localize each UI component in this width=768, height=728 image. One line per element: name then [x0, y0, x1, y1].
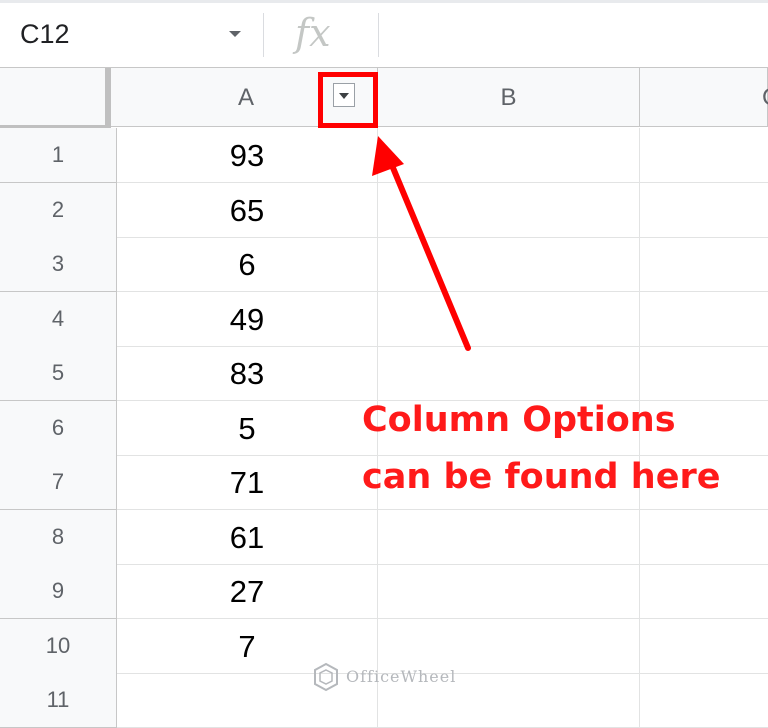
row-header[interactable]: 4: [0, 291, 117, 347]
cell-b[interactable]: [378, 564, 640, 619]
function-icon: fx: [295, 11, 331, 55]
divider: [263, 13, 264, 57]
cell-a[interactable]: 93: [117, 128, 378, 183]
filter-dropdown-icon[interactable]: [333, 83, 355, 107]
cell-c[interactable]: [640, 292, 768, 347]
name-box[interactable]: C12: [0, 3, 262, 67]
cell-b[interactable]: [378, 509, 640, 565]
row-header[interactable]: 5: [0, 346, 117, 401]
formula-bar: C12 fx: [0, 3, 768, 68]
row-header[interactable]: 7: [0, 455, 117, 510]
cell-a[interactable]: 27: [117, 564, 378, 619]
cell-b[interactable]: [378, 618, 640, 674]
cell-b[interactable]: [378, 291, 640, 347]
watermark-text: OfficeWheel: [346, 667, 457, 686]
cell-b[interactable]: [378, 237, 640, 292]
divider: [378, 13, 379, 57]
column-header-b[interactable]: B: [378, 68, 640, 127]
column-header-c[interactable]: C: [640, 68, 768, 127]
row-header[interactable]: 11: [0, 673, 117, 728]
column-label-a: A: [237, 84, 254, 111]
cell-a[interactable]: 6: [117, 237, 378, 292]
cell-a[interactable]: 83: [117, 346, 378, 401]
cell-b[interactable]: [378, 182, 640, 238]
cell-a[interactable]: 71: [117, 455, 378, 510]
chevron-down-icon[interactable]: [229, 31, 241, 37]
select-all-corner[interactable]: [0, 68, 111, 131]
cell-c[interactable]: [640, 128, 768, 183]
cell-a[interactable]: 61: [117, 509, 378, 565]
cell-a[interactable]: 65: [117, 182, 378, 238]
cell-c[interactable]: [640, 183, 768, 238]
cell-b[interactable]: [378, 128, 640, 183]
row-header[interactable]: 2: [0, 182, 117, 238]
cell-c[interactable]: [640, 673, 768, 728]
row-header[interactable]: 10: [0, 618, 117, 674]
cell-c[interactable]: [640, 564, 768, 619]
annotation-callout: Column Options can be found here: [362, 392, 762, 506]
row-header[interactable]: 8: [0, 509, 117, 565]
formula-input[interactable]: [380, 3, 768, 67]
row-header[interactable]: 9: [0, 564, 117, 619]
cell-a[interactable]: 5: [117, 400, 378, 456]
officewheel-logo-icon: [314, 662, 338, 692]
row-header[interactable]: 3: [0, 237, 117, 292]
annotation-line-1: Column Options: [362, 400, 676, 440]
column-header-a[interactable]: A: [111, 68, 378, 127]
name-box-value: C12: [20, 19, 70, 49]
cell-c[interactable]: [640, 619, 768, 674]
cell-c[interactable]: [640, 510, 768, 565]
cell-c[interactable]: [640, 237, 768, 292]
row-header[interactable]: 1: [0, 128, 117, 183]
annotation-line-2: can be found here: [362, 457, 721, 497]
cell-a[interactable]: 49: [117, 291, 378, 347]
row-header[interactable]: 6: [0, 400, 117, 456]
